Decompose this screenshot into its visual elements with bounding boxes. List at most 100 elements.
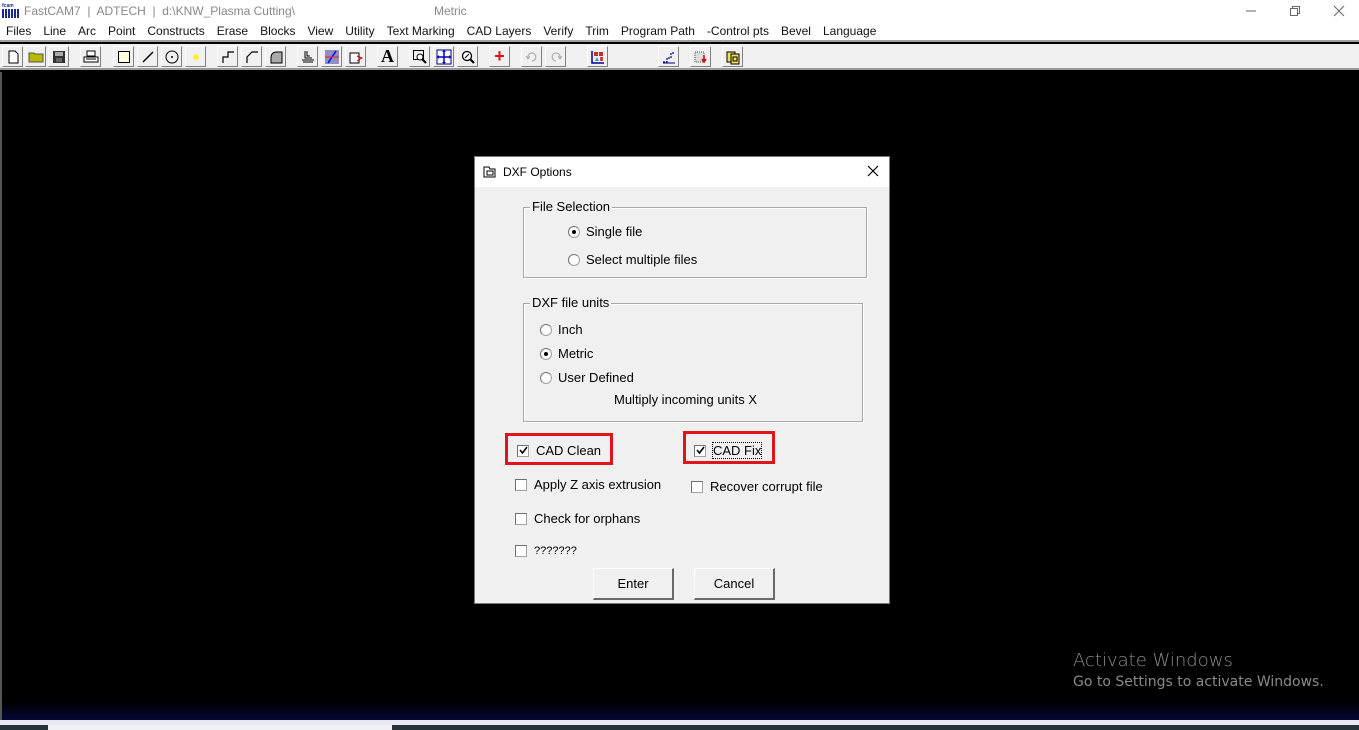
open-file-button[interactable]: [25, 46, 46, 67]
save-file-button[interactable]: [48, 46, 69, 67]
torch-button[interactable]: [297, 46, 318, 67]
line-button[interactable]: [137, 46, 158, 67]
step-icon: [221, 50, 234, 63]
cancel-button[interactable]: Cancel: [694, 568, 775, 600]
menu-verify[interactable]: Verify: [537, 22, 579, 40]
verify-icon: [694, 51, 707, 63]
user-defined-label: User Defined: [558, 370, 634, 385]
inch-radio[interactable]: Inch: [540, 322, 583, 337]
checkbox[interactable]: [515, 545, 527, 557]
menu-bevel[interactable]: Bevel: [775, 22, 817, 40]
cad-fix-checkbox[interactable]: CAD Fix: [694, 442, 763, 459]
redo-button[interactable]: [545, 46, 566, 67]
zoom-window-button[interactable]: [409, 46, 430, 67]
menu-cad-layers[interactable]: CAD Layers: [461, 22, 538, 40]
layers-icon: [590, 50, 604, 64]
printer-icon: [83, 50, 98, 62]
restore-button[interactable]: [1272, 0, 1318, 22]
menu-program-path[interactable]: Program Path: [615, 22, 701, 40]
undo-button[interactable]: [521, 46, 542, 67]
user-defined-radio[interactable]: User Defined: [540, 370, 634, 385]
menu-utility[interactable]: Utility: [339, 22, 380, 40]
text-button[interactable]: A: [377, 46, 398, 67]
folder-icon: [28, 52, 43, 62]
checkbox[interactable]: [515, 512, 527, 525]
menu-constructs[interactable]: Constructs: [141, 22, 210, 40]
fillet-button[interactable]: [265, 46, 286, 67]
text-icon: A: [381, 46, 394, 66]
plus-icon: +: [494, 46, 505, 66]
new-file-icon: [8, 50, 18, 63]
add-button[interactable]: +: [489, 46, 510, 67]
radio-button[interactable]: [540, 371, 552, 384]
window-title: FastCAM7 | ADTECH | d:\KNW_Plasma Cuttin…: [24, 4, 295, 18]
chamfer-button[interactable]: [241, 46, 262, 67]
zoom-button[interactable]: [457, 46, 478, 67]
menu-point[interactable]: Point: [102, 22, 141, 40]
menu-erase[interactable]: Erase: [211, 22, 254, 40]
menu-files[interactable]: Files: [0, 22, 37, 40]
print-button[interactable]: [80, 46, 101, 67]
zoom-extents-button[interactable]: [433, 46, 454, 67]
menu-blocks[interactable]: Blocks: [254, 22, 301, 40]
zoom-icon: [461, 50, 475, 64]
radio-button[interactable]: [540, 323, 552, 336]
rectangle-button[interactable]: [113, 46, 134, 67]
checkbox[interactable]: [694, 444, 706, 457]
checkbox[interactable]: [515, 478, 527, 491]
zoom-window-icon: [412, 49, 427, 64]
menu-line[interactable]: Line: [37, 22, 72, 40]
recover-corrupt-file-checkbox[interactable]: Recover corrupt file: [691, 479, 823, 494]
rectangle-icon: [117, 50, 130, 63]
zoom-extents-icon: [436, 49, 451, 64]
inch-label: Inch: [558, 322, 583, 337]
nest-icon: [726, 51, 739, 64]
point-button[interactable]: [185, 46, 206, 67]
program-path-button[interactable]: [658, 46, 679, 67]
check-orphans-checkbox[interactable]: Check for orphans: [515, 511, 640, 526]
new-file-button[interactable]: [2, 46, 23, 67]
enter-button[interactable]: Enter: [593, 568, 674, 600]
radio-button[interactable]: [568, 253, 580, 266]
close-button[interactable]: [1316, 0, 1359, 22]
checkbox[interactable]: [517, 444, 529, 457]
radio-button[interactable]: [568, 225, 580, 238]
verify-button[interactable]: [690, 46, 711, 67]
taskbar-item[interactable]: [48, 725, 392, 730]
step-path-button[interactable]: [217, 46, 238, 67]
menu-text-marking[interactable]: Text Marking: [381, 22, 461, 40]
minimize-button[interactable]: [1228, 0, 1274, 22]
radio-button[interactable]: [540, 347, 552, 360]
trim-button[interactable]: [321, 46, 342, 67]
metric-radio[interactable]: Metric: [540, 346, 593, 361]
single-file-radio[interactable]: Single file: [568, 224, 642, 239]
menu-language[interactable]: Language: [817, 22, 882, 40]
undo-icon: [525, 51, 536, 62]
point-icon: [192, 53, 199, 60]
checkbox[interactable]: [691, 480, 703, 493]
circle-button[interactable]: [161, 46, 182, 67]
trim-icon: [324, 49, 339, 64]
cad-clean-checkbox[interactable]: CAD Clean: [517, 443, 601, 458]
dialog-title: DXF Options: [503, 165, 572, 179]
apply-z-extrusion-checkbox[interactable]: Apply Z axis extrusion: [515, 477, 661, 492]
nest-button[interactable]: [722, 46, 743, 67]
menu-control-pts[interactable]: -Control pts: [701, 22, 775, 40]
cad-layers-button[interactable]: [587, 46, 608, 67]
title-bar: fcam FastCAM7 | ADTECH | d:\KNW_Plasma C…: [0, 0, 1359, 22]
export-button[interactable]: [345, 46, 366, 67]
multiple-files-radio[interactable]: Select multiple files: [568, 252, 697, 267]
metric-label: Metric: [558, 346, 594, 361]
dxf-units-label: DXF file units: [530, 295, 612, 310]
recover-corrupt-file-label: Recover corrupt file: [710, 479, 823, 494]
menu-bar: Files Line Arc Point Constructs Erase Bl…: [0, 22, 1359, 42]
dialog-close-button[interactable]: [865, 163, 881, 179]
chamfer-icon: [245, 50, 258, 63]
menu-trim[interactable]: Trim: [579, 22, 615, 40]
cad-fix-label: CAD Fix: [711, 442, 763, 459]
taskbar: [0, 725, 1359, 730]
menu-view[interactable]: View: [301, 22, 339, 40]
menu-arc[interactable]: Arc: [72, 22, 102, 40]
file-selection-label: File Selection: [530, 199, 613, 214]
unknown-option-checkbox[interactable]: ???????: [515, 545, 577, 557]
